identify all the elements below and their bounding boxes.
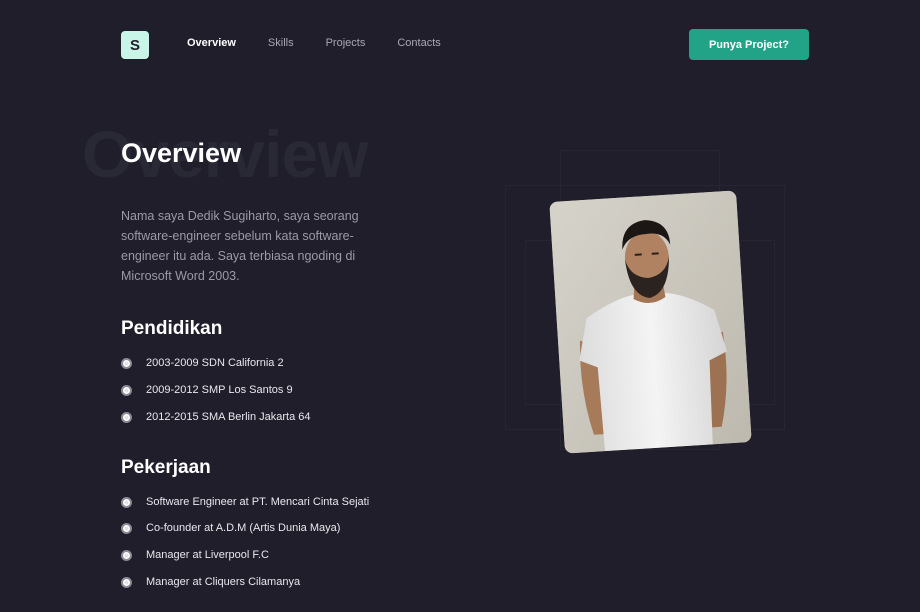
nav-contacts[interactable]: Contacts	[397, 37, 440, 49]
bullet-icon	[121, 522, 132, 534]
nav-overview[interactable]: Overview	[187, 37, 236, 49]
list-item-text: 2003-2009 SDN California 2	[146, 357, 284, 369]
bullet-icon	[121, 384, 132, 396]
list-item: 2012-2015 SMA Berlin Jakarta 64	[121, 411, 311, 423]
list-item-text: Manager at Cliquers Cilamanya	[146, 576, 301, 588]
education-list: 2003-2009 SDN California 2 2009-2012 SMP…	[121, 357, 311, 423]
work-list: Software Engineer at PT. Mencari Cinta S…	[121, 496, 369, 588]
education-title: Pendidikan	[121, 318, 223, 339]
list-item-text: Manager at Liverpool F.C	[146, 549, 269, 561]
list-item: Co-founder at A.D.M (Artis Dunia Maya)	[121, 522, 369, 534]
profile-photo	[549, 190, 752, 454]
list-item: Software Engineer at PT. Mencari Cinta S…	[121, 496, 369, 508]
logo[interactable]: S	[121, 31, 149, 59]
list-item: 2003-2009 SDN California 2	[121, 357, 311, 369]
bullet-icon	[121, 549, 132, 561]
work-title: Pekerjaan	[121, 457, 211, 478]
main-nav: Overview Skills Projects Contacts	[187, 37, 473, 49]
list-item-text: 2009-2012 SMP Los Santos 9	[146, 384, 293, 396]
cta-button[interactable]: Punya Project?	[689, 29, 809, 60]
nav-projects[interactable]: Projects	[326, 37, 366, 49]
bullet-icon	[121, 411, 132, 423]
nav-skills[interactable]: Skills	[268, 37, 294, 49]
bullet-icon	[121, 357, 132, 369]
bio-paragraph: Nama saya Dedik Sugiharto, saya seorang …	[121, 209, 359, 283]
list-item-text: 2012-2015 SMA Berlin Jakarta 64	[146, 411, 311, 423]
list-item-text: Software Engineer at PT. Mencari Cinta S…	[146, 496, 370, 508]
list-item-text: Co-founder at A.D.M (Artis Dunia Maya)	[146, 522, 341, 534]
list-item: 2009-2012 SMP Los Santos 9	[121, 384, 311, 396]
bullet-icon	[121, 576, 132, 588]
bullet-icon	[121, 496, 132, 508]
page: S Overview Skills Projects Contacts Puny…	[0, 0, 920, 612]
page-title: Overview	[121, 138, 242, 168]
portrait-illustration	[549, 190, 752, 454]
list-item: Manager at Liverpool F.C	[121, 549, 369, 561]
list-item: Manager at Cliquers Cilamanya	[121, 576, 369, 588]
